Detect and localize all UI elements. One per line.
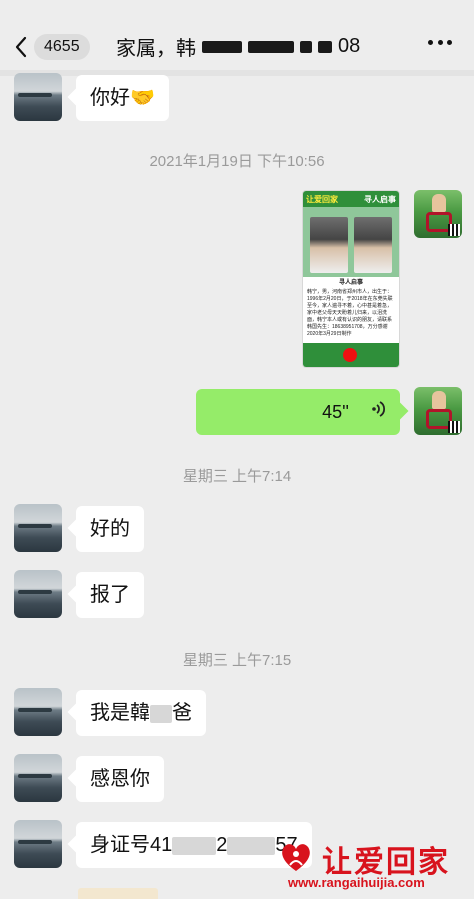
person-photo — [310, 217, 348, 273]
next-message-edge — [78, 888, 158, 899]
poster-title-label: 寻人启事 — [364, 194, 396, 204]
chat-title: 家属，韩 08 — [116, 32, 360, 61]
redacted-block — [248, 40, 294, 53]
poster-org-label: 让爱回家 — [306, 194, 338, 204]
contact-avatar[interactable] — [14, 688, 62, 736]
redacted-block — [300, 40, 312, 53]
self-avatar[interactable] — [414, 387, 462, 435]
contact-avatar[interactable] — [14, 570, 62, 618]
contact-avatar[interactable] — [14, 504, 62, 552]
poster-description: 寻人启事 韩宁，男，河南省郑州市人，出生于：1996年2月20日，于2018年在… — [303, 277, 399, 339]
message-bubble-reported[interactable]: 报了 — [76, 572, 144, 618]
identity-suffix: 爸 — [172, 702, 192, 724]
dot-icon — [437, 40, 443, 45]
dot-icon — [428, 40, 433, 45]
redacted-block — [172, 836, 217, 855]
contact-avatar[interactable] — [14, 73, 62, 121]
previous-message-edge — [0, 70, 474, 76]
message-bubble-thanks[interactable]: 感恩你 — [76, 756, 164, 802]
contact-avatar[interactable] — [14, 820, 62, 868]
heart-logo-icon — [343, 348, 357, 362]
redacted-block — [318, 40, 332, 53]
site-watermark: 让爱回家 www.rangaihuijia.com — [274, 835, 468, 893]
voice-message-bubble[interactable]: 45'' — [196, 389, 400, 435]
person-figure — [432, 194, 446, 212]
redacted-block — [202, 40, 242, 53]
person-figure — [432, 391, 446, 409]
message-bubble-identity[interactable]: 我是韓爸 — [76, 690, 206, 736]
contact-avatar[interactable] — [14, 754, 62, 802]
dot-icon — [447, 40, 452, 45]
chat-header: 4655 家属，韩 08 — [0, 0, 474, 70]
id-mid: 2 — [216, 834, 228, 856]
qr-code-icon — [448, 421, 460, 433]
voice-wave-icon — [372, 400, 386, 427]
redacted-block — [150, 704, 172, 723]
chat-title-suffix: 08 — [338, 35, 361, 57]
poster-header: 让爱回家 寻人启事 — [303, 191, 399, 207]
qr-code-icon — [448, 224, 460, 236]
identity-prefix: 我是韓 — [90, 702, 150, 724]
id-prefix: 身证号41 — [90, 834, 173, 856]
watermark-url: www.rangaihuijia.com — [288, 875, 425, 890]
timestamp: 2021年1月19日 下午10:56 — [149, 153, 325, 170]
more-options-button[interactable] — [428, 40, 452, 48]
redacted-block — [227, 836, 276, 855]
poster-body-text: 韩宁，男，河南省郑州市人，出生于：1996年2月20日，于2018年在东莞失联至… — [307, 289, 393, 337]
chevron-left-icon — [15, 36, 27, 58]
timestamp: 星期三 上午7:15 — [182, 652, 292, 669]
timestamp: 星期三 上午7:14 — [182, 468, 292, 485]
heart-logo-icon — [282, 844, 310, 871]
message-bubble-greeting[interactable]: 你好🤝 — [76, 75, 169, 121]
voice-duration: 45'' — [322, 402, 349, 422]
missing-person-poster-image[interactable]: 让爱回家 寻人启事 寻人启事 韩宁，男，河南省郑州市人，出生于：1996年2月2… — [302, 190, 400, 368]
unread-count-badge: 4655 — [34, 34, 90, 60]
chat-title-prefix: 家属，韩 — [116, 38, 196, 60]
poster-photos — [303, 207, 399, 277]
self-avatar[interactable] — [414, 190, 462, 238]
poster-heading: 寻人启事 — [338, 280, 363, 286]
person-photo — [354, 217, 392, 273]
message-bubble-ok[interactable]: 好的 — [76, 506, 144, 552]
poster-footer — [303, 343, 399, 367]
back-button[interactable]: 4655 — [14, 32, 104, 62]
